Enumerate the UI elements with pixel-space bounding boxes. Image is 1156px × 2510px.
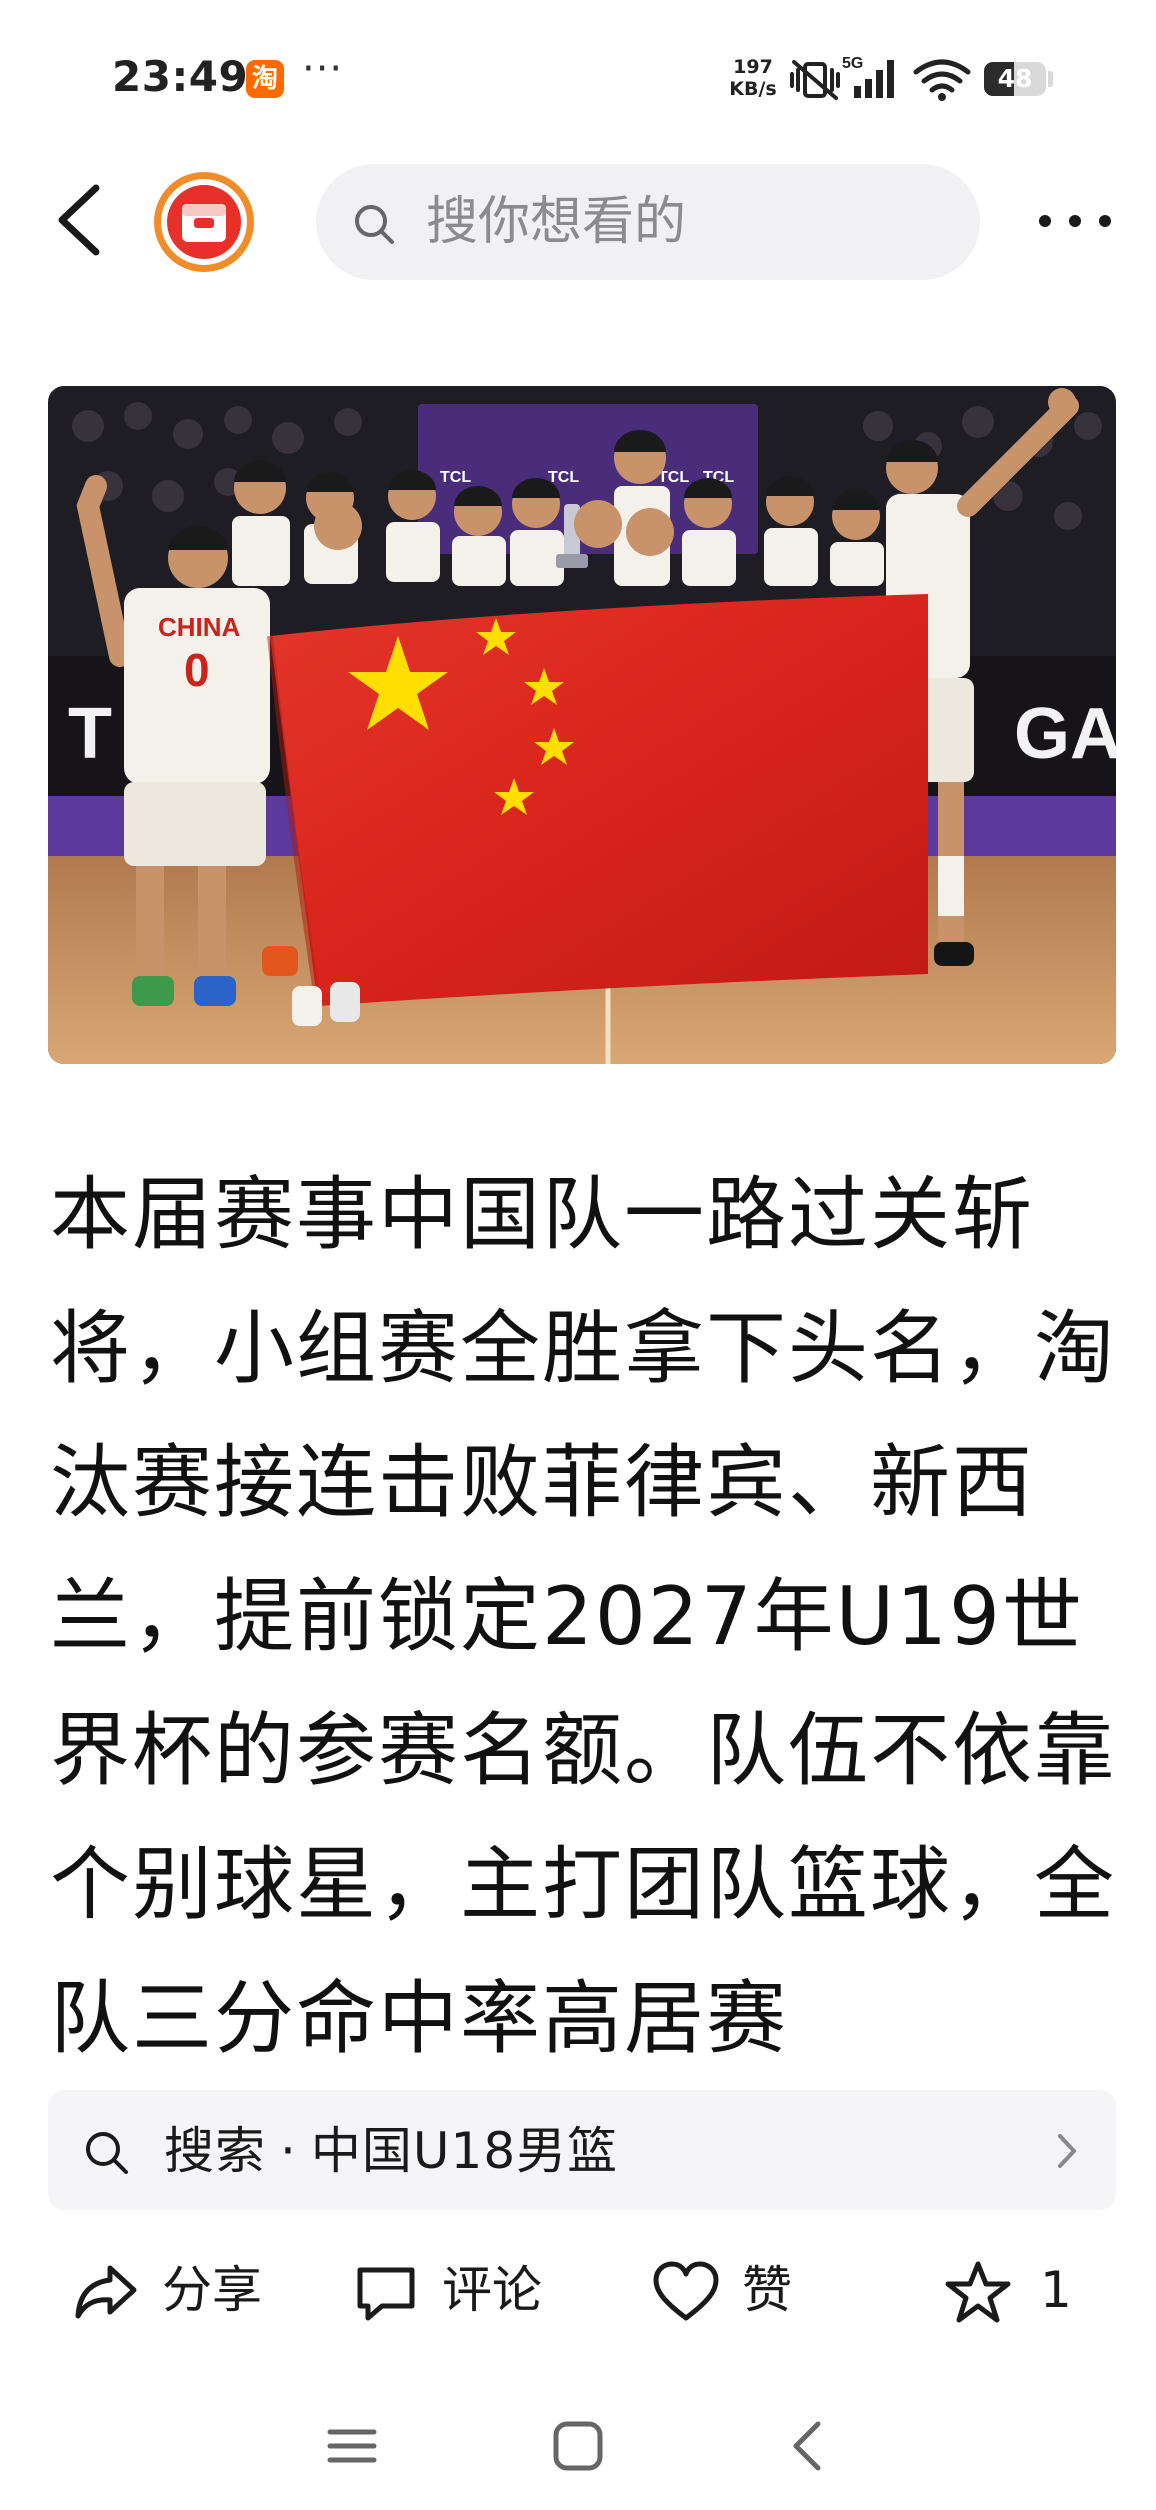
- home-icon[interactable]: [548, 2416, 608, 2476]
- jersey-number: 0: [184, 644, 210, 696]
- like-label: 赞: [742, 2261, 792, 2319]
- share-label: 分享: [162, 2261, 262, 2319]
- battery-level: 48: [997, 64, 1033, 93]
- team-celebration-photo: TCL TCL TCL TCL GAN T: [48, 386, 1116, 1064]
- network-speed-value: 197: [733, 56, 773, 78]
- wifi-icon: [913, 59, 971, 101]
- jersey-text: CHINA: [158, 612, 241, 642]
- more-options-button[interactable]: [1030, 196, 1120, 246]
- svg-text:T: T: [68, 694, 112, 774]
- related-search-prefix: 搜索: [164, 2122, 266, 2180]
- search-placeholder: 搜你想看的: [426, 192, 687, 252]
- search-icon: [86, 2132, 128, 2174]
- more-notifications-indicator: ···: [302, 46, 344, 92]
- star-icon: [945, 2261, 1011, 2323]
- back-nav-icon[interactable]: [778, 2416, 838, 2476]
- battery-icon: 48: [984, 62, 1046, 96]
- backdrop-sponsor: TCL: [658, 469, 689, 486]
- back-button[interactable]: [50, 180, 110, 260]
- comment-icon: [357, 2267, 415, 2321]
- article-body: 本届赛事中国队一路过关斩将，小组赛全胜拿下头名，淘汰赛接连击败菲律宾、新西兰，提…: [50, 1148, 1120, 2076]
- chevron-right-icon: [1058, 2134, 1076, 2168]
- search-input[interactable]: 搜你想看的: [316, 164, 980, 280]
- signal-5g-icon: 5G: [842, 55, 894, 98]
- arena-banner-text: GAN: [1014, 694, 1116, 774]
- system-nav-bar: [0, 2380, 1156, 2510]
- menu-icon[interactable]: [322, 2416, 382, 2476]
- heart-icon: [653, 2261, 719, 2321]
- status-bar: 23:49 淘 ··· 197 KB/s 5G 48: [0, 0, 1156, 150]
- taobao-notification-icon: 淘: [246, 60, 284, 98]
- related-search-separator: ·: [280, 2122, 297, 2180]
- related-search-label: 搜索 · 中国U18男篮: [164, 2124, 618, 2178]
- status-time: 23:49: [112, 52, 249, 101]
- comment-label: 评论: [442, 2261, 542, 2319]
- action-bar: 分享 评论 赞 1: [0, 2230, 1156, 2350]
- china-flag: [270, 594, 928, 1006]
- favorite-button[interactable]: 1: [944, 2250, 1084, 2330]
- related-search-query: 中国U18男篮: [310, 2122, 619, 2180]
- backdrop-sponsor: TCL: [440, 469, 471, 486]
- favorite-count: 1: [1040, 2261, 1072, 2319]
- article-image[interactable]: TCL TCL TCL TCL GAN T: [48, 386, 1116, 1064]
- vibrate-off-icon: [790, 60, 840, 100]
- like-button[interactable]: 赞: [652, 2250, 812, 2330]
- related-search-bar[interactable]: 搜索 · 中国U18男篮: [48, 2090, 1116, 2210]
- backdrop-sponsor: TCL: [548, 469, 579, 486]
- network-speed-unit: KB/s: [729, 78, 777, 100]
- search-icon: [355, 205, 394, 244]
- share-icon: [75, 2265, 137, 2319]
- network-type: 5G: [842, 55, 863, 72]
- comment-button[interactable]: 评论: [352, 2250, 552, 2330]
- network-speed: 197 KB/s: [722, 56, 784, 100]
- share-button[interactable]: 分享: [72, 2250, 272, 2330]
- battery-tip: [1048, 71, 1053, 87]
- app-logo[interactable]: [150, 168, 258, 276]
- article-paragraph: 本届赛事中国队一路过关斩将，小组赛全胜拿下头名，淘汰赛接连击败菲律宾、新西兰，提…: [50, 1168, 1116, 2065]
